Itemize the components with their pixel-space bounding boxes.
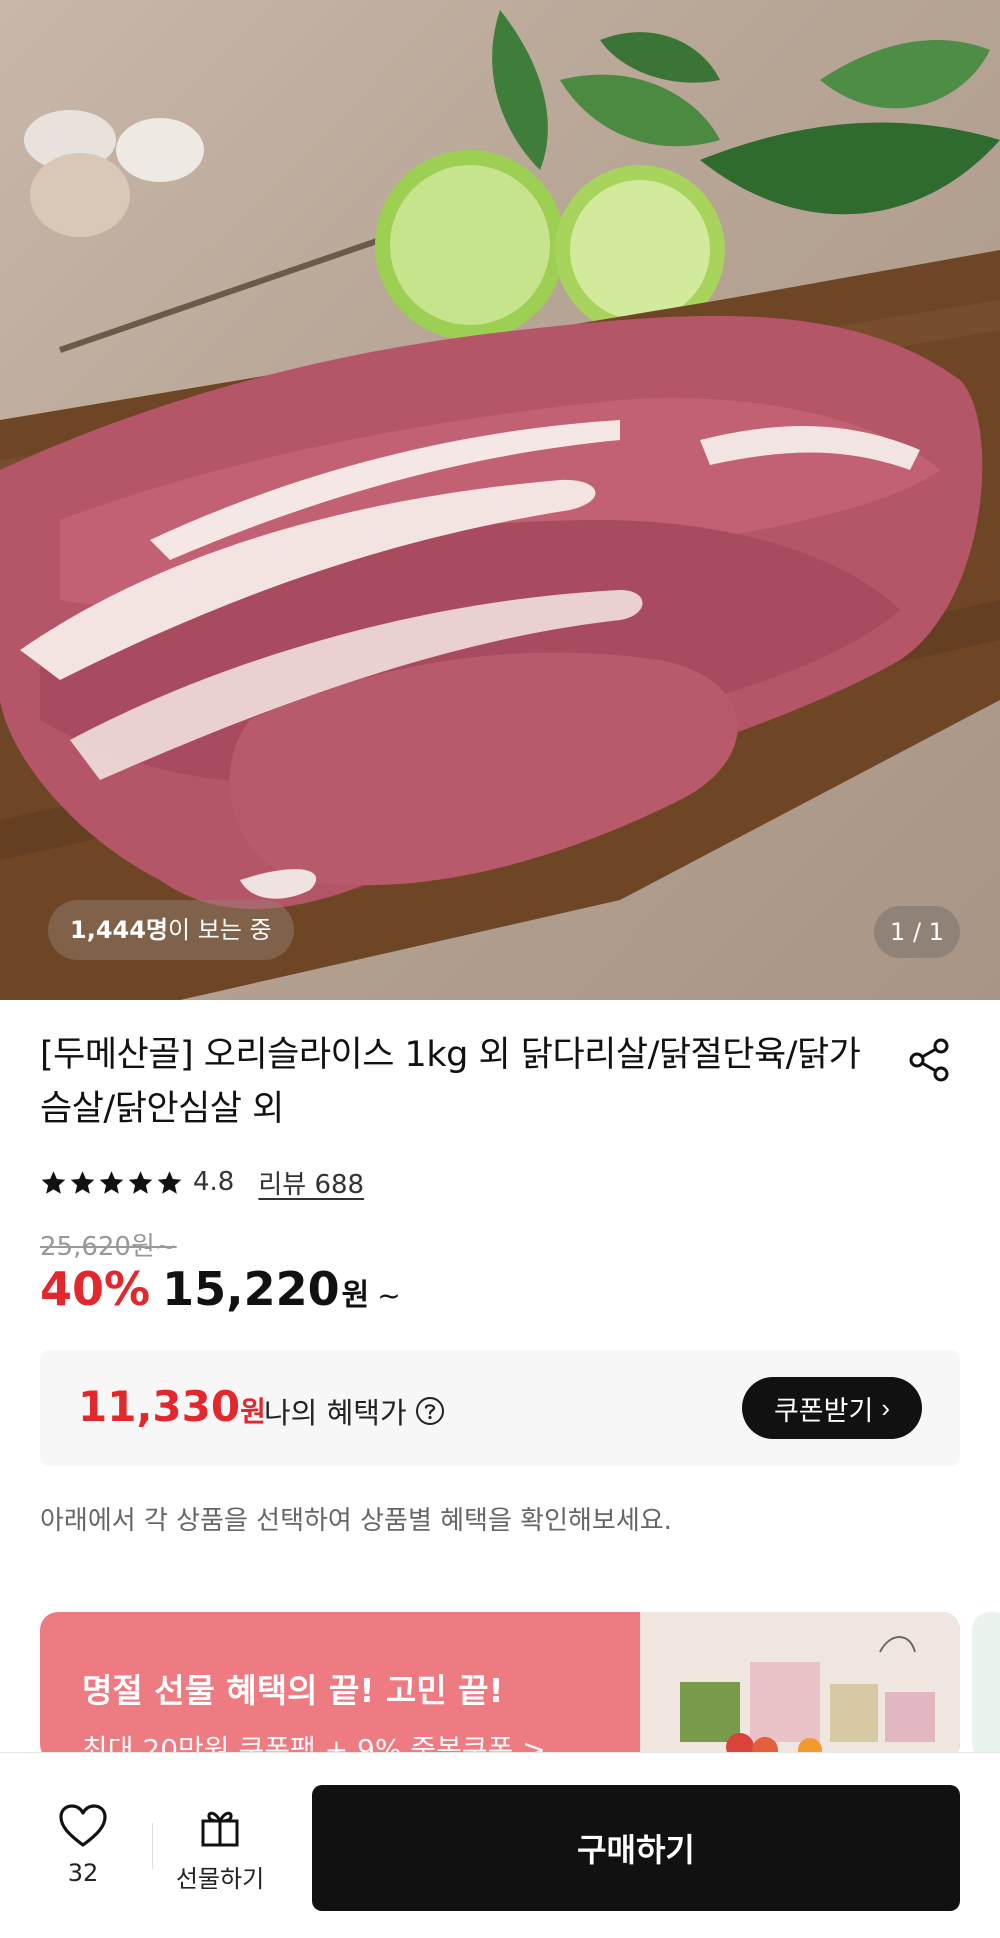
image-pager: 1 / 1 <box>874 906 960 958</box>
product-title: [두메산골] 오리슬라이스 1kg 외 닭다리살/닭절단육/닭가슴살/닭안심살 … <box>40 1035 861 1129</box>
product-image-carousel[interactable]: 1,444명이 보는 중 1 / 1 <box>0 0 1000 1000</box>
gift-label: 선물하기 <box>175 1865 265 1893</box>
buy-button[interactable]: 구매하기 <box>312 1785 960 1911</box>
star-icon <box>157 1170 182 1194</box>
benefit-price: 11,330원 <box>78 1382 266 1431</box>
sale-price: 15,220 <box>162 1262 340 1316</box>
product-photo <box>0 10 1000 1000</box>
star-icon <box>70 1170 95 1194</box>
benefit-label: 나의 혜택가 <box>264 1390 445 1432</box>
star-icon <box>99 1170 124 1194</box>
star-icon <box>41 1170 66 1194</box>
price-row: 40% 15,220 원 ~ <box>40 1262 401 1322</box>
sale-price-unit: 원 <box>341 1278 370 1313</box>
rating-value: 4.8 <box>193 1167 235 1197</box>
rating-row: 4.8 리뷰 688 <box>40 1164 364 1200</box>
sale-price-suffix: ~ <box>377 1279 401 1312</box>
viewer-count-badge: 1,444명이 보는 중 <box>48 900 294 960</box>
coupon-button-label: 쿠폰받기 <box>773 1395 874 1426</box>
benefit-notice: 아래에서 각 상품을 선택하여 상품별 혜택을 확인해보세요. <box>40 1506 672 1536</box>
star-rating <box>40 1169 183 1196</box>
benefit-price-value: 11,330 <box>78 1382 241 1431</box>
viewer-suffix: 이 보는 중 <box>168 916 272 944</box>
benefit-price-unit: 원 <box>240 1395 266 1428</box>
star-icon <box>128 1170 153 1194</box>
wishlist-button[interactable]: 32 <box>48 1803 118 1887</box>
viewer-count: 1,444명 <box>70 916 168 944</box>
bottom-action-bar: 32 선물하기 구매하기 <box>0 1752 1000 1938</box>
discount-rate: 40% <box>40 1262 151 1316</box>
review-link[interactable]: 리뷰 688 <box>258 1164 364 1201</box>
next-banner-peek[interactable] <box>972 1612 1000 1762</box>
benefit-label-text: 나의 혜택가 <box>264 1396 407 1430</box>
heart-icon <box>59 1804 107 1847</box>
wishlist-count: 32 <box>67 1859 99 1887</box>
gift-icon <box>201 1811 239 1847</box>
promo-banner[interactable]: 명절 선물 혜택의 끝! 고민 끝! 최대 20만원 쿠폰팩 + 9% 중복쿠폰… <box>40 1612 960 1762</box>
banner-title: 명절 선물 혜택의 끝! 고민 끝! <box>82 1671 504 1710</box>
benefit-box: 11,330원 나의 혜택가 쿠폰받기 › <box>40 1350 960 1466</box>
divider <box>152 1823 153 1869</box>
gift-button[interactable]: 선물하기 <box>168 1805 272 1894</box>
help-icon[interactable] <box>415 1396 445 1426</box>
gift-set-illustration <box>640 1612 960 1762</box>
original-price: 25,620원~ <box>40 1232 177 1262</box>
share-icon[interactable] <box>906 1036 954 1084</box>
coupon-button[interactable]: 쿠폰받기 › <box>742 1377 922 1439</box>
chevron-right-icon: › <box>881 1392 891 1423</box>
